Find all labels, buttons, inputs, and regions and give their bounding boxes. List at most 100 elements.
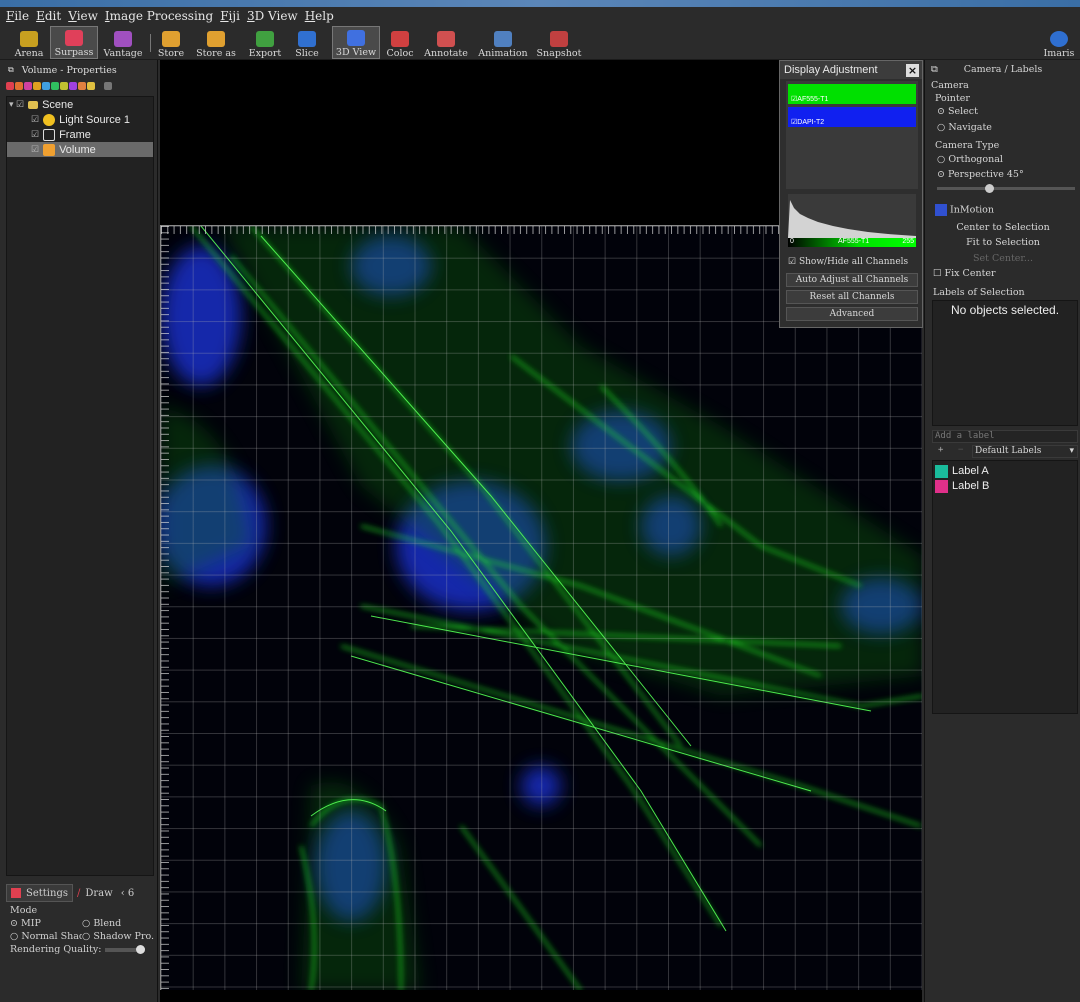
animation-icon [494,31,512,47]
folder-icon [28,100,39,109]
channel-range-bar[interactable]: 0 AF555-T1 255 [788,238,916,247]
mode-mip-radio[interactable]: ⊙ MIP [10,917,82,930]
perspective-slider[interactable] [937,184,1075,193]
add-filament-icon[interactable] [42,82,50,90]
perspective-radio[interactable]: ⊙ Perspective 45° [937,169,1024,180]
checkbox[interactable]: ☑ [31,144,39,155]
label-set-dropdown[interactable]: Default Labels ▾ [972,445,1078,458]
fit-to-selection-button[interactable]: Fit to Selection [925,237,1080,248]
slider-handle[interactable] [985,184,994,193]
camera-section-label: Camera [931,80,969,91]
mode-blend-radio[interactable]: ○ Blend [82,917,121,930]
export-icon [256,31,274,47]
3d-view-button[interactable]: 3D View [332,26,380,59]
annotate-button[interactable]: Annotate [422,26,470,59]
menu-help[interactable]: Help [305,9,334,23]
pointer-navigate-radio[interactable]: ○ Navigate [937,122,992,133]
tab-scroll[interactable]: ‹ 6 [117,884,139,902]
snapshot-button[interactable]: Snapshot [536,26,582,59]
toolbar-separator [150,34,151,52]
add-light-icon[interactable] [69,82,77,90]
menu-fiji[interactable]: Fiji [220,9,240,23]
add-group-icon[interactable] [87,82,95,90]
scene-tree: ▾ ☑ Scene ☑ Light Source 1 ☑ Frame ☑ Vol… [6,96,154,876]
rendering-quality-slider[interactable] [105,944,146,954]
menu-image-processing[interactable]: Image Processing [105,9,213,23]
set-center-button[interactable]: Set Center... [925,253,1080,264]
label-item-b[interactable]: Label B [935,479,989,493]
add-cells-icon[interactable] [33,82,41,90]
inmotion-toggle[interactable]: InMotion [935,204,994,216]
orthogonal-radio[interactable]: ○ Orthogonal [937,154,1003,165]
reset-channels-button[interactable]: Reset all Channels [786,290,918,304]
close-icon[interactable]: × [906,64,919,77]
add-clipping-icon[interactable] [51,82,59,90]
advanced-button[interactable]: Advanced [786,307,918,321]
volume-render[interactable] [160,225,922,990]
mode-shadow-projection-radio[interactable]: ○ Shadow Pro. [82,930,154,943]
checkbox[interactable]: ☑ [31,114,39,125]
add-surface-icon[interactable] [15,82,23,90]
tree-item-scene[interactable]: ▾ ☑ Scene [7,97,153,112]
main-toolbar: Arena Surpass Vantage Store Store as Exp… [0,24,1080,60]
histogram[interactable] [788,194,916,238]
mode-normal-shading-radio[interactable]: ○ Normal Shac [10,930,82,943]
tree-item-light-source[interactable]: ☑ Light Source 1 [7,112,153,127]
add-measurement-icon[interactable] [60,82,68,90]
delete-icon[interactable] [104,82,112,90]
vantage-button[interactable]: Vantage [100,26,146,59]
store-as-icon [207,31,225,47]
arena-button[interactable]: Arena [10,26,48,59]
pointer-label: Pointer [935,93,970,104]
surpass-icon [65,30,83,46]
display-adjustment-title[interactable]: Display Adjustment [780,61,922,79]
label-item-a[interactable]: Label A [935,464,989,478]
expand-icon[interactable]: ▾ ☑ [9,99,24,110]
grid-overlay [161,226,922,990]
export-button[interactable]: Export [246,26,284,59]
menu-file[interactable]: File [6,9,29,23]
tab-settings[interactable]: Settings [6,884,73,902]
channel-af555[interactable]: ☑ AF555-T1 [788,84,916,104]
tab-draw[interactable]: / Draw [73,884,117,902]
object-toolbar [6,82,154,94]
fix-center-checkbox[interactable]: ☐ Fix Center [933,268,996,279]
tree-item-frame[interactable]: ☑ Frame [7,127,153,142]
add-label-input[interactable]: Add a label [932,430,1078,443]
selection-labels-box: No objects selected. [932,300,1078,426]
animation-button[interactable]: Animation [476,26,530,59]
coloc-button[interactable]: Coloc [384,26,416,59]
menu-view[interactable]: View [68,9,98,23]
auto-adjust-button[interactable]: Auto Adjust all Channels [786,273,918,287]
store-button[interactable]: Store [154,26,188,59]
pointer-select-radio[interactable]: ⊙ Select [937,106,978,117]
surpass-button[interactable]: Surpass [50,26,98,59]
label-tools: + − Default Labels ▾ [932,445,1078,459]
checkbox[interactable]: ☑ [31,129,39,140]
tree-item-volume[interactable]: ☑ Volume [7,142,153,157]
store-as-button[interactable]: Store as [193,26,239,59]
show-hide-all-checkbox[interactable]: ☑ Show/Hide all Channels [788,257,908,267]
volume-settings: Mode ⊙ MIP ○ Blend ○ Normal Shac ○ Shado… [6,904,156,994]
add-spots-icon[interactable] [24,82,32,90]
menu-bar: File Edit View Image Processing Fiji 3D … [0,7,1080,24]
add-volume-icon[interactable] [6,82,14,90]
add-icon[interactable]: + [938,445,943,455]
store-icon [162,31,180,47]
inmotion-icon [935,204,947,216]
volume-icon [43,143,56,156]
channel-dapi[interactable]: ☑ DAPI-T2 [788,107,916,127]
slider-handle[interactable] [136,944,146,954]
menu-3d-view[interactable]: 3D View [247,9,298,23]
pin-icon: ⧉ [8,65,14,74]
remove-icon[interactable]: − [958,445,963,455]
center-to-selection-button[interactable]: Center to Selection [925,222,1080,233]
frame-icon [43,128,56,141]
camera-labels-header: Camera / Labels [963,64,1043,75]
menu-edit[interactable]: Edit [36,9,61,23]
coloc-icon [391,31,409,47]
add-frame-icon[interactable] [78,82,86,90]
slice-button[interactable]: Slice [290,26,324,59]
chevron-down-icon: ▾ [1069,446,1074,456]
snapshot-icon [550,31,568,47]
